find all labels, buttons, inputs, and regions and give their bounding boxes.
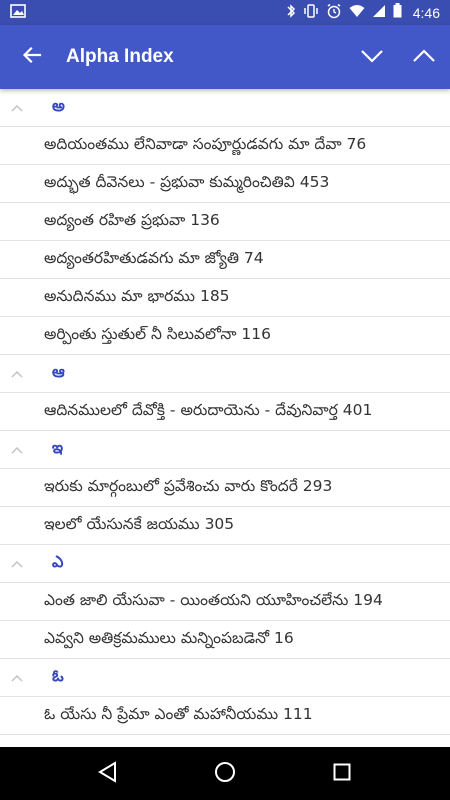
nav-home-button[interactable] [195, 747, 255, 800]
chevron-down-icon [360, 48, 384, 67]
status-bar: 4:46 [0, 0, 450, 25]
group-header[interactable]: ఓ [0, 659, 450, 697]
list-item[interactable]: ఓ యేసు నీ ప్రేమా ఎంతో మహానీయము 111 [0, 697, 450, 735]
chevron-up-icon[interactable] [0, 659, 34, 697]
nav-recents-icon [333, 763, 351, 785]
nav-home-icon [214, 761, 236, 787]
group-letter: ఓ [52, 666, 64, 685]
chevron-up-icon[interactable] [0, 545, 34, 583]
system-nav-bar [0, 747, 450, 800]
alpha-index-list[interactable]: అ అదియంతము లేనివాడా సంపూర్ణుడవగు మా దేవా… [0, 89, 450, 747]
status-left [10, 3, 26, 22]
list-item[interactable]: ఇరుకు మార్గంబులో ప్రవేశించు వారు కొందరే … [0, 469, 450, 507]
list-item[interactable]: ఆదినములలో దేవోక్తి - అరుదాయెను - దేవునివ… [0, 393, 450, 431]
group-letter: ఎ [52, 552, 64, 571]
list-item[interactable]: అద్యంత రహిత ప్రభువా 136 [0, 203, 450, 241]
image-icon [10, 3, 26, 22]
group-header[interactable]: ఎ [0, 545, 450, 583]
wifi-icon [349, 3, 365, 22]
bluetooth-icon [286, 3, 296, 23]
collapse-all-button[interactable] [346, 25, 398, 89]
battery-icon [393, 3, 402, 22]
status-time: 4:46 [412, 4, 440, 21]
list-item[interactable]: అదియంతము లేనివాడా సంపూర్ణుడవగు మా దేవా 7… [0, 127, 450, 165]
chevron-up-icon[interactable] [0, 355, 34, 393]
list-item[interactable]: అద్భుత దీవెనలు - ప్రభువా కుమ్మరించితివి … [0, 165, 450, 203]
nav-back-button[interactable] [78, 747, 138, 800]
list-item[interactable]: అనుదినము మా భారము 185 [0, 279, 450, 317]
group-header[interactable]: అ [0, 89, 450, 127]
group-header[interactable]: ఇ [0, 431, 450, 469]
group-header[interactable]: ఆ [0, 355, 450, 393]
app-bar: Alpha Index [0, 25, 450, 89]
signal-icon [372, 3, 386, 22]
list-item[interactable]: ఎంత జాలి యేసువా - యింతయని యూహించలేను 194 [0, 583, 450, 621]
list-item[interactable]: ఎవ్వని అతిక్రమములు మన్నింపబడెనో 16 [0, 621, 450, 659]
group-letter: ఆ [52, 362, 65, 381]
list-item[interactable]: ఇలలో యేసునకే జయము 305 [0, 507, 450, 545]
chevron-up-icon[interactable] [0, 431, 34, 469]
vibrate-icon [303, 3, 319, 23]
page-title: Alpha Index [66, 46, 174, 67]
chevron-up-icon [412, 48, 436, 67]
list-item[interactable]: అద్యంతరహితుడవగు మా జ్యోతి 74 [0, 241, 450, 279]
nav-back-icon [98, 760, 118, 787]
group-letter: అ [52, 96, 65, 115]
alarm-icon [326, 3, 342, 23]
back-button[interactable] [0, 25, 64, 89]
group-letter: ఇ [52, 438, 64, 457]
nav-recents-button[interactable] [312, 747, 372, 800]
arrow-left-icon [22, 45, 42, 69]
expand-all-button[interactable] [398, 25, 450, 89]
status-right: 4:46 [286, 3, 440, 23]
list-item[interactable]: అర్పింతు స్తుతుల్ నీ సిలువలోనా 116 [0, 317, 450, 355]
chevron-up-icon[interactable] [0, 89, 34, 127]
